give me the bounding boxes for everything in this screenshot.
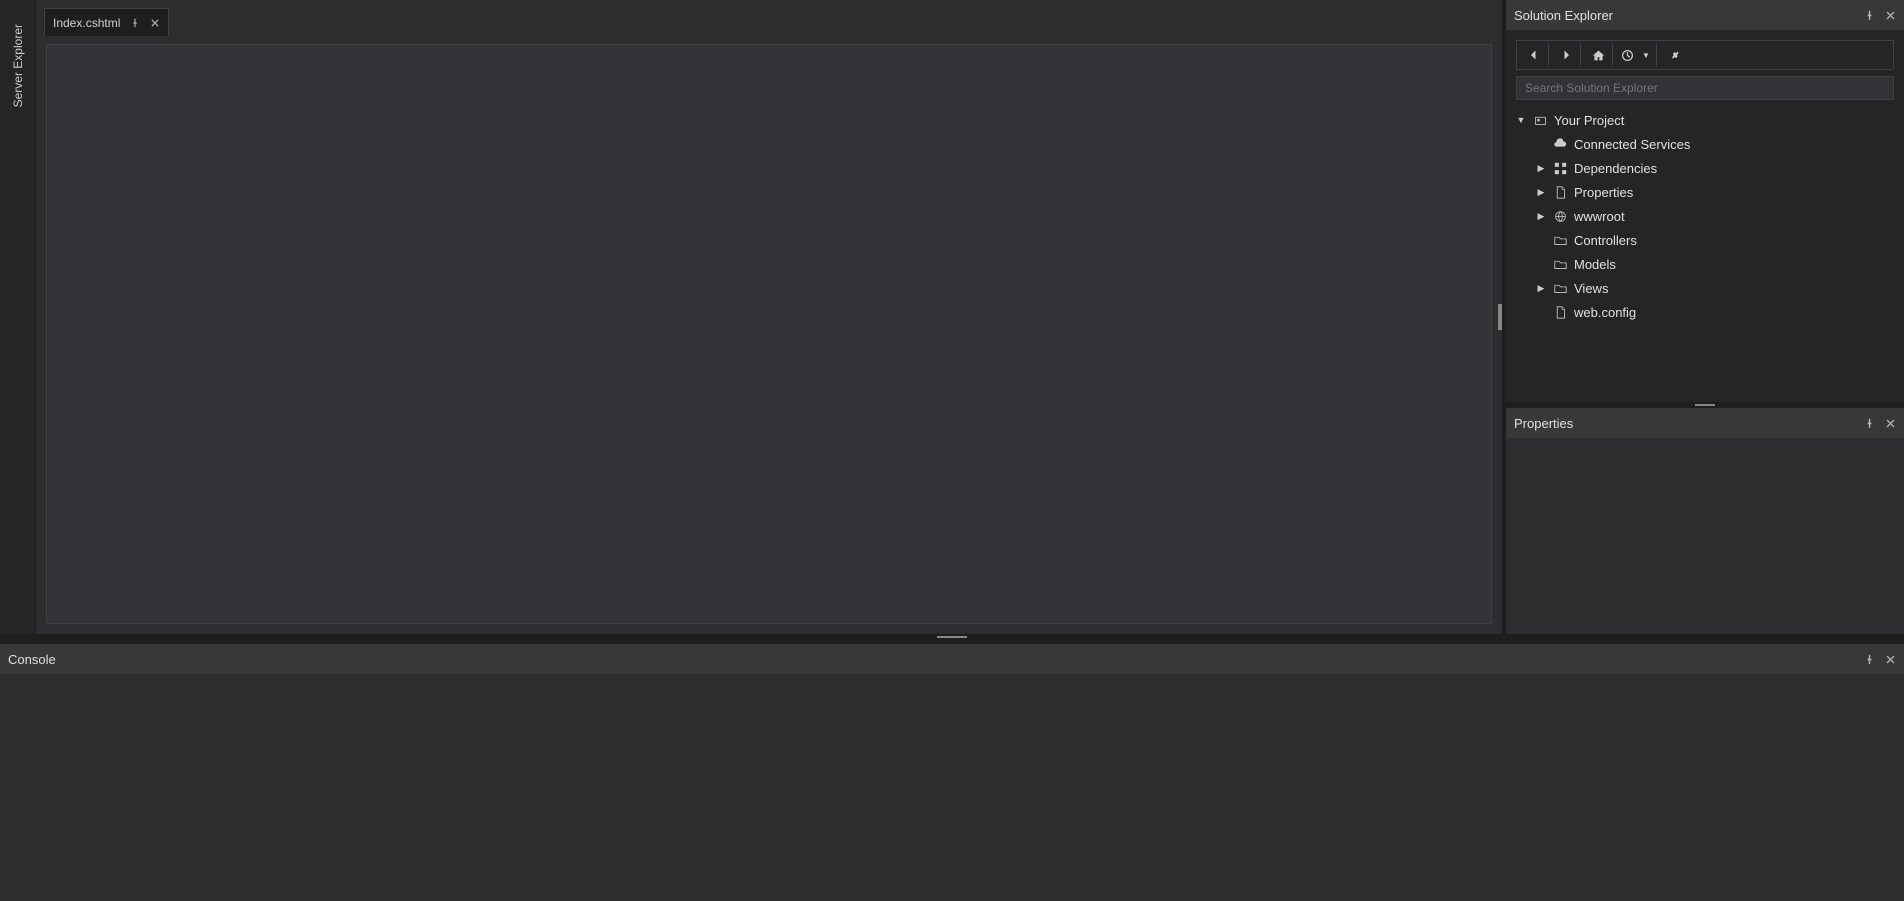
console-title: Console [8, 652, 1864, 667]
tree-item[interactable]: Controllers [1512, 228, 1898, 252]
editor-tab-bar: Index.cshtml [36, 0, 1502, 36]
file-icon [1552, 184, 1568, 200]
pin-icon[interactable] [130, 18, 140, 28]
globe-icon [1552, 208, 1568, 224]
properties-title: Properties [1514, 416, 1864, 431]
properties-panel: Properties [1506, 408, 1904, 634]
tree-item[interactable]: Connected Services [1512, 132, 1898, 156]
solution-explorer-header: Solution Explorer [1506, 0, 1904, 30]
close-icon[interactable] [1885, 654, 1896, 665]
chevron-right-icon[interactable]: ▶ [1536, 187, 1546, 198]
forward-button[interactable] [1551, 43, 1581, 67]
tree-label: Dependencies [1574, 161, 1657, 176]
right-column: Solution Explorer ▼ ▼ [1506, 0, 1904, 634]
editor-tab-title: Index.cshtml [53, 16, 120, 30]
folder-icon [1552, 256, 1568, 272]
server-explorer-tab[interactable]: Server Explorer [9, 20, 27, 111]
tree-label: Connected Services [1574, 137, 1690, 152]
tree-item[interactable]: ▶ Properties [1512, 180, 1898, 204]
horizontal-splitter[interactable] [0, 634, 1904, 640]
tree-item[interactable]: ▶ Dependencies [1512, 156, 1898, 180]
chevron-down-icon[interactable]: ▼ [1516, 115, 1526, 125]
close-icon[interactable] [150, 18, 160, 28]
left-sidebar: Server Explorer [0, 0, 36, 634]
solution-explorer-toolbar: ▼ [1516, 40, 1894, 70]
tree-label: wwwroot [1574, 209, 1625, 224]
tree-label: Your Project [1554, 113, 1624, 128]
editor-body[interactable] [46, 44, 1492, 624]
editor-tab[interactable]: Index.cshtml [44, 8, 169, 36]
right-splitter[interactable] [1506, 402, 1904, 408]
pin-icon[interactable] [1864, 10, 1875, 21]
solution-tree: ▼ Your Project Connected Services ▶ Depend… [1506, 104, 1904, 328]
solution-explorer-panel: Solution Explorer ▼ ▼ [1506, 0, 1904, 402]
chevron-right-icon[interactable]: ▶ [1536, 211, 1546, 222]
tree-label: Controllers [1574, 233, 1637, 248]
history-dropdown[interactable]: ▼ [1641, 43, 1657, 67]
console-body[interactable] [0, 674, 1904, 901]
settings-button[interactable] [1659, 43, 1689, 67]
console-header: Console [0, 644, 1904, 674]
back-button[interactable] [1519, 43, 1549, 67]
editor-area: Index.cshtml [36, 0, 1506, 634]
tree-root[interactable]: ▼ Your Project [1512, 108, 1898, 132]
cloud-icon [1552, 136, 1568, 152]
folder-icon [1552, 280, 1568, 296]
tree-label: Views [1574, 281, 1608, 296]
project-icon [1532, 112, 1548, 128]
file-icon [1552, 304, 1568, 320]
folder-icon [1552, 232, 1568, 248]
solution-explorer-title: Solution Explorer [1514, 8, 1864, 23]
console-panel: Console [0, 640, 1904, 901]
tree-item[interactable]: Models [1512, 252, 1898, 276]
editor-splitter-handle[interactable] [1498, 304, 1502, 330]
chevron-right-icon[interactable]: ▶ [1536, 283, 1546, 294]
home-button[interactable] [1583, 43, 1613, 67]
close-icon[interactable] [1885, 418, 1896, 429]
tree-label: web.config [1574, 305, 1636, 320]
dependencies-icon [1552, 160, 1568, 176]
close-icon[interactable] [1885, 10, 1896, 21]
history-button[interactable] [1615, 43, 1639, 67]
pin-icon[interactable] [1864, 654, 1875, 665]
tree-label: Models [1574, 257, 1616, 272]
properties-header: Properties [1506, 408, 1904, 438]
chevron-right-icon[interactable]: ▶ [1536, 163, 1546, 174]
properties-body [1506, 438, 1904, 634]
tree-item[interactable]: ▶ Views [1512, 276, 1898, 300]
tree-label: Properties [1574, 185, 1633, 200]
pin-icon[interactable] [1864, 418, 1875, 429]
search-input[interactable] [1516, 76, 1894, 100]
tree-item[interactable]: ▶ wwwroot [1512, 204, 1898, 228]
tree-item[interactable]: web.config [1512, 300, 1898, 324]
